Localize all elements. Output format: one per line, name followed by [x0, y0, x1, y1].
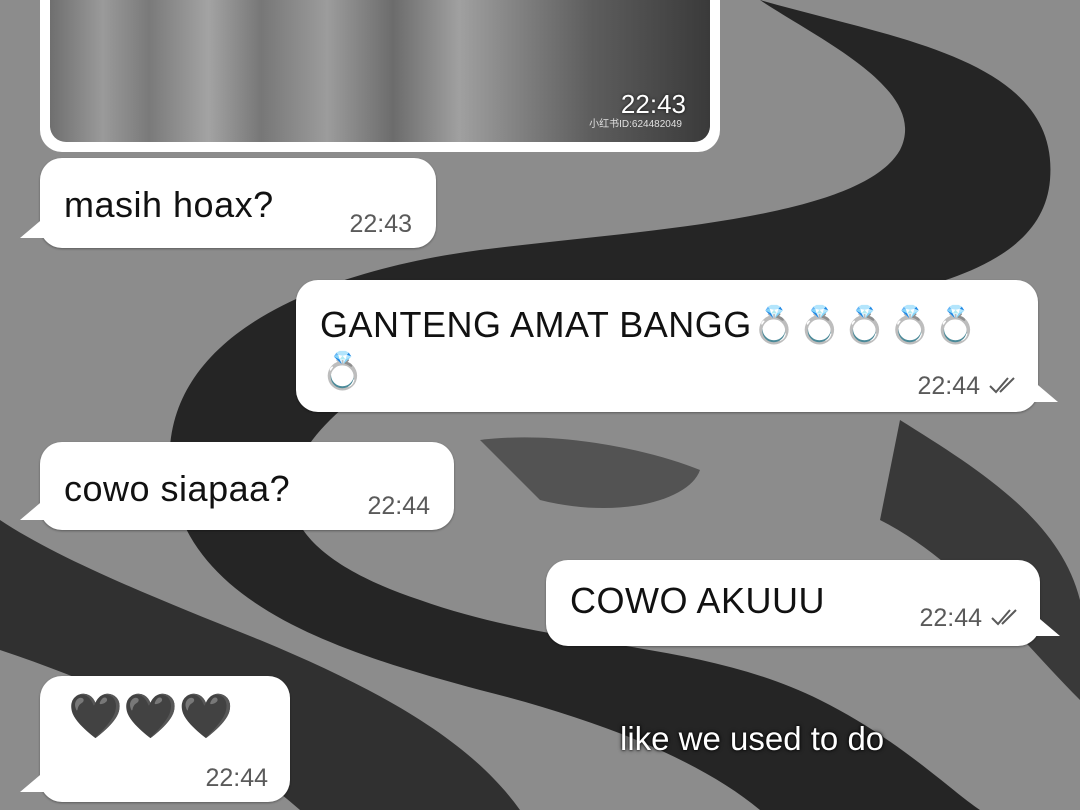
message-text: cowo siapaa?	[64, 468, 291, 509]
double-check-icon	[991, 609, 1017, 626]
bubble-tail	[1032, 380, 1058, 402]
image-message[interactable]: 小红书ID:624482049 22:43	[40, 0, 720, 152]
message-time: 22:44	[205, 764, 268, 792]
outgoing-message[interactable]: COWO AKUUU 22:44	[546, 560, 1060, 646]
message-text-line: GANTENG AMAT BANGG💍💍💍💍💍	[320, 304, 979, 345]
bubble-tail	[1034, 614, 1060, 636]
incoming-message[interactable]: cowo siapaa? 22:44	[20, 442, 454, 530]
incoming-message[interactable]: masih hoax? 22:43	[20, 158, 436, 248]
video-caption: like we used to do	[620, 720, 885, 757]
message-text: masih hoax?	[64, 184, 274, 225]
message-time: 22:43	[620, 89, 686, 119]
outgoing-message[interactable]: GANTENG AMAT BANGG💍💍💍💍💍 💍 22:44	[296, 280, 1058, 412]
message-text: 🖤🖤🖤	[68, 692, 234, 741]
message-time: 22:43	[349, 210, 412, 238]
message-time: 22:44	[919, 604, 982, 632]
bubble-tail	[20, 498, 46, 520]
bubble-tail	[20, 216, 46, 238]
message-time: 22:44	[367, 492, 430, 520]
message-text-line: 💍	[320, 350, 366, 391]
incoming-message[interactable]: 🖤🖤🖤 22:44	[20, 676, 290, 802]
message-time: 22:44	[917, 372, 980, 400]
bubble-tail	[20, 770, 46, 792]
message-text: COWO AKUUU	[570, 580, 826, 621]
double-check-icon	[989, 377, 1015, 394]
image-thumbnail[interactable]: 小红书ID:624482049 22:43	[50, 0, 710, 142]
